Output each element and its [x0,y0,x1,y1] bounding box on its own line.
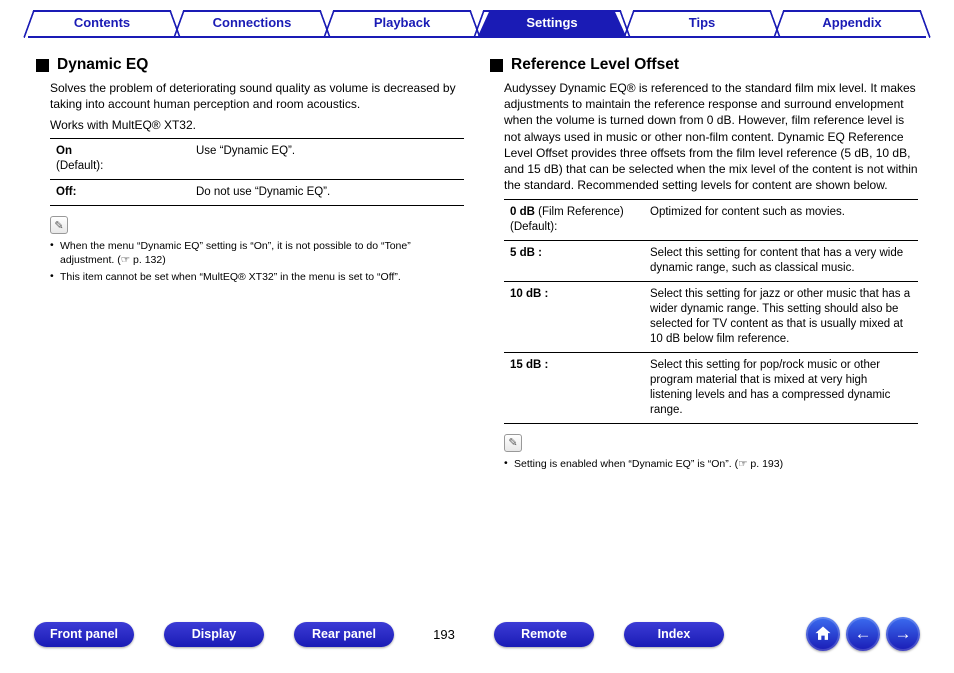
tab-contents[interactable]: Contents [28,10,176,36]
next-button[interactable]: → [886,617,920,651]
note-item: This item cannot be set when “MultEQ® XT… [50,269,464,287]
note-icon: ✎ [504,434,522,452]
notes-list: Setting is enabled when “Dynamic EQ” is … [504,456,918,474]
prev-button[interactable]: ← [846,617,880,651]
tab-label: Tips [689,15,716,30]
tab-label: Appendix [822,15,881,30]
options-table-right: 0 dB (Film Reference) (Default): Optimiz… [504,199,918,423]
note-item: When the menu “Dynamic EQ” setting is “O… [50,238,464,269]
opt-desc: Select this setting for content that has… [644,241,918,282]
button-label: Display [192,627,236,641]
opt-extra: (Default): [56,160,103,172]
heading-text: Dynamic EQ [57,56,148,74]
page-number: 193 [424,627,464,642]
table-row: 10 dB : Select this setting for jazz or … [504,282,918,353]
works-with-text: Works with MultEQ® XT32. [50,118,464,132]
opt-label: 15 dB : [504,352,644,423]
opt-label: 5 dB : [504,241,644,282]
home-icon [813,624,833,644]
button-label: Index [658,627,691,641]
nav-button-group: ← → [806,617,920,651]
table-row: On (Default): Use “Dynamic EQ”. [50,139,464,180]
tab-label: Connections [213,15,292,30]
heading-dynamic-eq: Dynamic EQ [36,56,464,74]
right-column: Reference Level Offset Audyssey Dynamic … [490,56,918,473]
table-row: 0 dB (Film Reference) (Default): Optimiz… [504,200,918,241]
opt-desc: Use “Dynamic EQ”. [190,139,464,180]
table-row: 15 dB : Select this setting for pop/rock… [504,352,918,423]
opt-label: 0 dB [510,206,535,218]
opt-desc: Optimized for content such as movies. [644,200,918,241]
heading-text: Reference Level Offset [511,56,679,74]
remote-button[interactable]: Remote [494,622,594,647]
home-button[interactable] [806,617,840,651]
note-icon: ✎ [50,216,68,234]
opt-desc: Select this setting for jazz or other mu… [644,282,918,353]
opt-label: On [56,145,72,157]
button-label: Front panel [50,627,118,641]
top-nav: Contents Connections Playback Settings T… [0,0,954,36]
tab-label: Playback [374,15,430,30]
index-button[interactable]: Index [624,622,724,647]
tab-tips[interactable]: Tips [628,10,776,36]
note-item: Setting is enabled when “Dynamic EQ” is … [504,456,918,474]
arrow-right-icon: → [895,624,912,644]
opt-label: 10 dB : [504,282,644,353]
intro-text: Solves the problem of deteriorating soun… [50,80,464,112]
opt-label: Off: [56,186,76,198]
intro-text: Audyssey Dynamic EQ® is referenced to th… [504,80,918,193]
tab-label: Settings [526,15,577,30]
options-table-left: On (Default): Use “Dynamic EQ”. Off: Do n… [50,138,464,206]
table-row: Off: Do not use “Dynamic EQ”. [50,180,464,206]
button-label: Rear panel [312,627,376,641]
tab-appendix[interactable]: Appendix [778,10,926,36]
opt-desc: Select this setting for pop/rock music o… [644,352,918,423]
opt-desc: Do not use “Dynamic EQ”. [190,180,464,206]
tab-label: Contents [74,15,130,30]
button-label: Remote [521,627,567,641]
pencil-icon: ✎ [508,436,517,449]
bottom-bar: Front panel Display Rear panel 193 Remot… [0,617,954,651]
notes-list: When the menu “Dynamic EQ” setting is “O… [50,238,464,287]
tab-connections[interactable]: Connections [178,10,326,36]
rear-panel-button[interactable]: Rear panel [294,622,394,647]
arrow-left-icon: ← [855,624,872,644]
table-row: 5 dB : Select this setting for content t… [504,241,918,282]
heading-reference-level-offset: Reference Level Offset [490,56,918,74]
tab-settings[interactable]: Settings [478,10,626,36]
tab-playback[interactable]: Playback [328,10,476,36]
left-column: Dynamic EQ Solves the problem of deterio… [36,56,464,473]
display-button[interactable]: Display [164,622,264,647]
pencil-icon: ✎ [54,219,63,232]
front-panel-button[interactable]: Front panel [34,622,134,647]
